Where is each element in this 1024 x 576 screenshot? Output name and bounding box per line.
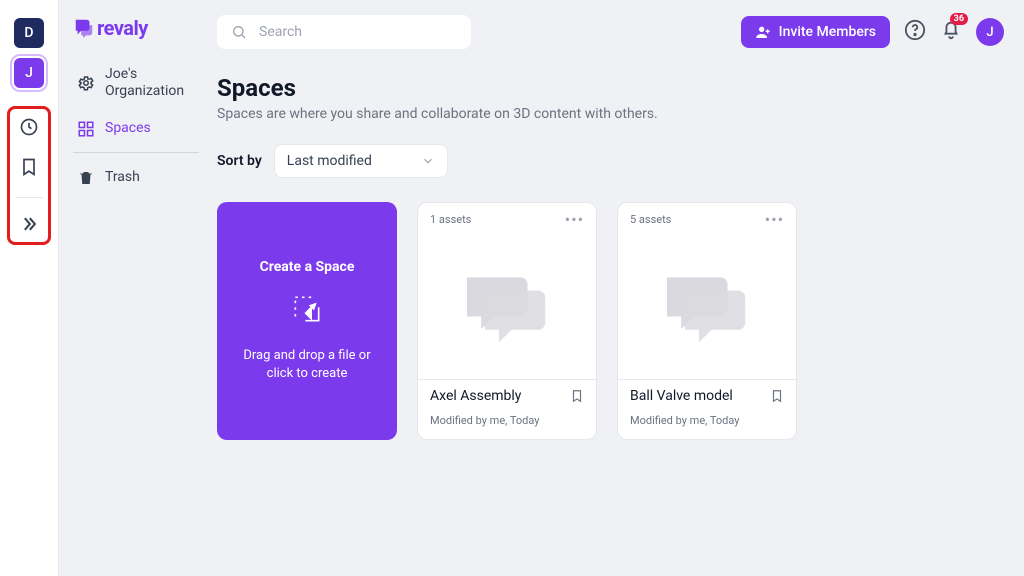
bookmark-icon[interactable]: [19, 157, 39, 181]
invite-label: Invite Members: [779, 24, 876, 40]
spaces-grid: Create a Space Drag and drop a file or c…: [217, 202, 1004, 440]
space-meta: Modified by me, Today: [430, 414, 584, 427]
space-thumbnail: [618, 228, 796, 379]
sort-select[interactable]: Last modified: [274, 144, 448, 178]
app-shell: revaly Joe's Organization Spaces Trash: [58, 0, 1024, 576]
sidebar-item-label: Spaces: [105, 120, 151, 137]
search-icon: [231, 24, 247, 40]
search-box[interactable]: [217, 15, 471, 49]
bookmark-icon[interactable]: [770, 389, 784, 403]
chevron-down-icon: [421, 154, 435, 168]
sidebar-item-organization[interactable]: Joe's Organization: [73, 56, 199, 110]
invite-members-button[interactable]: Invite Members: [741, 16, 890, 48]
space-card[interactable]: 1 assets ••• Axel Assembly Modified by m…: [417, 202, 597, 440]
workspace-switch-j[interactable]: J: [14, 58, 44, 88]
space-thumbnail: [418, 228, 596, 379]
create-icon: [287, 289, 327, 333]
expand-rail-icon[interactable]: [19, 214, 39, 238]
logo[interactable]: revaly: [73, 16, 199, 40]
space-card[interactable]: 5 assets ••• Ball Valve model Modified b…: [617, 202, 797, 440]
search-input[interactable]: [257, 23, 457, 41]
sidebar-item-trash[interactable]: Trash: [73, 159, 199, 197]
person-add-icon: [755, 24, 771, 40]
logo-text: revaly: [97, 16, 148, 40]
page-title: Spaces: [217, 74, 1004, 102]
bookmark-icon[interactable]: [570, 389, 584, 403]
recent-icon[interactable]: [19, 117, 39, 141]
topbar: Invite Members 36 J: [207, 0, 1024, 64]
sort-row: Sort by Last modified: [217, 144, 1004, 178]
card-menu-icon[interactable]: •••: [765, 216, 784, 224]
user-avatar[interactable]: J: [976, 18, 1004, 46]
space-name: Axel Assembly: [430, 388, 521, 404]
page-subtitle: Spaces are where you share and collabora…: [217, 106, 1004, 122]
main-content: Spaces Spaces are where you share and co…: [207, 64, 1024, 576]
asset-count: 1 assets: [430, 213, 471, 226]
space-name: Ball Valve model: [630, 388, 733, 404]
rail-divider: [15, 197, 43, 198]
gear-icon: [77, 74, 95, 92]
trash-icon: [77, 169, 95, 187]
rail-highlight-group: [7, 106, 51, 245]
notification-badge: 36: [950, 13, 968, 25]
sidebar-divider: [73, 152, 199, 153]
workspace-switch-d[interactable]: D: [14, 18, 44, 48]
create-description: Drag and drop a file or click to create: [237, 347, 377, 383]
workspace-rail: D J: [0, 0, 58, 576]
sidebar-item-label: Trash: [105, 169, 140, 186]
sidenav: Joe's Organization Spaces Trash: [73, 56, 199, 197]
space-meta: Modified by me, Today: [630, 414, 784, 427]
grid-icon: [77, 120, 95, 138]
asset-count: 5 assets: [630, 213, 671, 226]
create-space-card[interactable]: Create a Space Drag and drop a file or c…: [217, 202, 397, 440]
sidebar-item-label: Joe's Organization: [105, 66, 195, 100]
sort-label: Sort by: [217, 153, 262, 169]
sidebar: revaly Joe's Organization Spaces Trash: [59, 0, 207, 576]
card-menu-icon[interactable]: •••: [565, 216, 584, 224]
create-title: Create a Space: [260, 259, 355, 275]
help-icon[interactable]: [904, 19, 926, 45]
sort-value: Last modified: [287, 153, 372, 169]
notifications-icon[interactable]: 36: [940, 19, 962, 45]
sidebar-item-spaces[interactable]: Spaces: [73, 110, 199, 148]
